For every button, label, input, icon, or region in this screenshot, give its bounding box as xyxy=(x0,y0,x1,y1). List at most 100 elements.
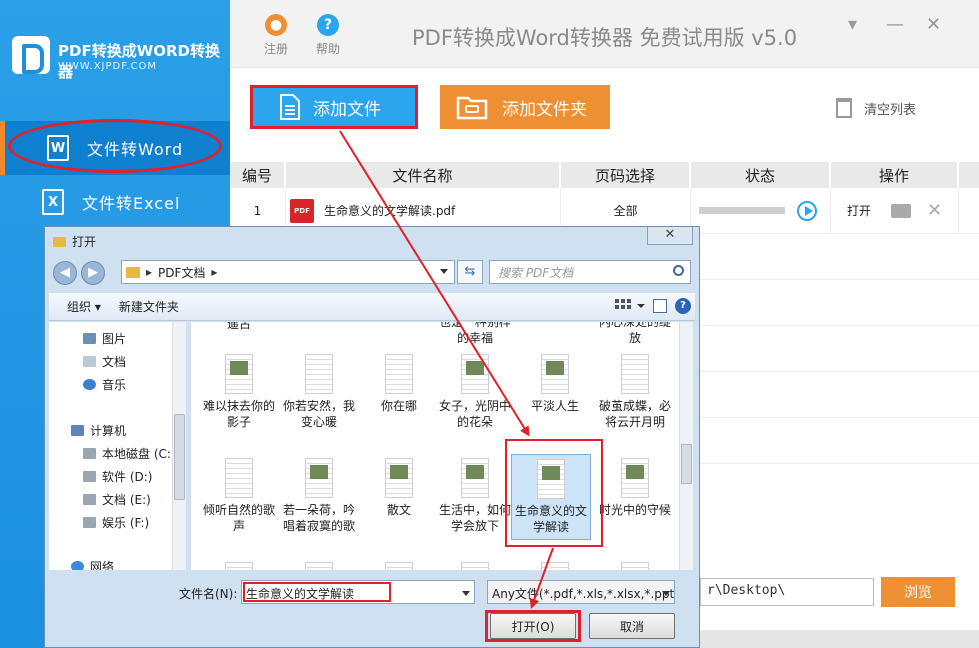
new-folder-button[interactable]: 新建文件夹 xyxy=(119,298,179,315)
nav-item-to-excel[interactable]: X 文件转Excel xyxy=(0,175,230,229)
delete-icon[interactable]: ✕ xyxy=(927,200,942,221)
dialog-toolbar: 组织 ▾ 新建文件夹 ? xyxy=(49,293,695,321)
list-item[interactable]: 破茧成蝶，必将云开月明 xyxy=(595,354,675,430)
user-icon: ● xyxy=(265,14,287,36)
help-icon[interactable]: ? xyxy=(675,298,691,314)
col-header-action: 操作 xyxy=(831,162,959,188)
help-label: 帮助 xyxy=(315,42,340,56)
list-item[interactable]: 遥古 xyxy=(199,322,279,332)
chevron-down-icon[interactable] xyxy=(440,269,448,274)
cancel-button[interactable]: 取消 xyxy=(589,613,675,639)
document-thumbnail-icon xyxy=(225,354,253,394)
chevron-right-icon: ▸ xyxy=(146,265,153,279)
list-item[interactable]: 你若安然，我变心暖 xyxy=(279,354,359,430)
minimize-icon[interactable]: — xyxy=(886,14,904,35)
tree-item-documents[interactable]: 文档 xyxy=(83,353,126,370)
list-item[interactable]: 若一朵荷，吟唱着寂寞的歌 xyxy=(279,458,359,534)
trash-icon xyxy=(836,98,852,118)
list-item[interactable]: 也是一种别样的幸福 xyxy=(435,322,515,346)
refresh-icon[interactable]: ⇆ xyxy=(457,260,483,284)
navigation-tree: 图片 文档 音乐 计算机 本地磁盘 (C: 软件 (D:) 文档 (E:) 娱乐… xyxy=(49,322,186,570)
search-placeholder: 搜索 PDF文档 xyxy=(498,266,574,280)
list-item[interactable]: 时光中的守候 xyxy=(595,458,675,518)
output-path-input[interactable]: r\Desktop\ xyxy=(700,578,874,606)
list-item[interactable]: 女子，光阴中的花朵 xyxy=(435,354,515,430)
cell-status xyxy=(691,188,831,233)
list-item[interactable]: 倾听自然的歌声 xyxy=(199,458,279,534)
organize-button[interactable]: 组织 ▾ xyxy=(67,298,101,315)
tree-item-drive-d[interactable]: 软件 (D:) xyxy=(83,468,152,485)
close-window-icon[interactable]: ✕ xyxy=(926,14,941,35)
list-item-selected[interactable]: 生命意义的文学解读 xyxy=(511,454,591,540)
cell-actions: 打开 ✕ xyxy=(831,188,959,233)
search-input[interactable]: 搜索 PDF文档 xyxy=(489,260,691,284)
document-icon xyxy=(280,94,300,120)
forward-icon[interactable]: ▶ xyxy=(81,261,105,285)
add-file-button[interactable]: 添加文件 xyxy=(250,85,418,129)
clear-list-button[interactable]: 清空列表 xyxy=(836,98,916,118)
list-item[interactable]: 平淡人生 xyxy=(515,354,595,414)
help-button[interactable]: ? 帮助 xyxy=(308,14,348,57)
drive-icon xyxy=(83,494,96,505)
tree-item-drive-c[interactable]: 本地磁盘 (C: xyxy=(83,445,171,462)
col-header-filename: 文件名称 xyxy=(286,162,561,188)
browse-button[interactable]: 浏览 xyxy=(881,577,955,607)
tree-item-pictures[interactable]: 图片 xyxy=(83,330,126,347)
document-thumbnail-icon xyxy=(305,458,333,498)
document-thumbnail-icon xyxy=(225,458,253,498)
col-header-status: 状态 xyxy=(691,162,831,188)
dialog-title: 打开 xyxy=(53,233,96,250)
file-type-select[interactable]: Any文件(*.pdf,*.xls,*.xlsx,*.ppt xyxy=(487,580,675,604)
back-icon[interactable]: ◀ xyxy=(53,261,77,285)
chevron-down-icon[interactable] xyxy=(462,591,470,596)
tree-item-computer[interactable]: 计算机 xyxy=(71,422,126,439)
search-icon[interactable] xyxy=(673,265,684,276)
tree-item-drive-e[interactable]: 文档 (E:) xyxy=(83,491,151,508)
add-folder-button[interactable]: 添加文件夹 xyxy=(440,85,610,129)
help-icon: ? xyxy=(317,14,339,36)
document-thumbnail-icon xyxy=(461,458,489,498)
document-thumbnail-icon xyxy=(621,458,649,498)
list-item[interactable]: 内心深处的绽放 xyxy=(595,322,675,346)
highlight-box xyxy=(485,610,581,642)
drive-icon xyxy=(83,517,96,528)
tree-item-drive-f[interactable]: 娱乐 (F:) xyxy=(83,514,149,531)
add-folder-label: 添加文件夹 xyxy=(502,99,587,120)
tree-scrollbar[interactable] xyxy=(172,322,186,570)
tree-item-music[interactable]: 音乐 xyxy=(83,376,126,393)
register-button[interactable]: ● 注册 xyxy=(256,14,296,57)
dropdown-menu-icon[interactable]: ▾ xyxy=(848,14,857,35)
table-header: 编号 文件名称 页码选择 状态 操作 xyxy=(230,162,979,188)
view-options-icon[interactable] xyxy=(615,299,645,313)
dialog-close-button[interactable]: ✕ xyxy=(647,227,693,245)
pictures-icon xyxy=(83,333,96,344)
folder-icon xyxy=(456,96,488,120)
file-list-scrollbar[interactable] xyxy=(679,322,693,570)
list-item[interactable]: 生活中，如何学会放下 xyxy=(435,458,515,534)
highlight-ellipse xyxy=(8,119,222,173)
highlight-box xyxy=(243,582,391,602)
col-header-number: 编号 xyxy=(230,162,286,188)
preview-pane-icon[interactable] xyxy=(653,299,667,313)
title-bar: ● 注册 ? 帮助 PDF转换成Word转换器 免费试用版 v5.0 ▾ — ✕ xyxy=(230,0,979,68)
file-list: 遥古 也是一种别样的幸福 内心深处的绽放 难以抹去你的影子 你若安然，我变心暖 … xyxy=(191,322,679,570)
scroll-thumb[interactable] xyxy=(174,414,185,500)
network-icon xyxy=(71,561,84,570)
list-item[interactable]: 散文 xyxy=(359,458,439,518)
scroll-thumb[interactable] xyxy=(681,444,692,484)
music-icon xyxy=(83,379,96,390)
folder-icon xyxy=(53,236,66,247)
open-action-link[interactable]: 打开 xyxy=(847,202,871,219)
pdf-file-icon: PDF xyxy=(290,198,314,223)
folder-icon xyxy=(126,266,140,278)
address-bar[interactable]: ▸ PDF文档 ▸ xyxy=(121,260,455,284)
open-folder-icon[interactable] xyxy=(891,203,912,218)
computer-icon xyxy=(71,425,84,436)
chevron-down-icon[interactable] xyxy=(662,591,670,596)
nav-label: 文件转Excel xyxy=(82,194,181,213)
tree-item-network[interactable]: 网络 xyxy=(71,558,114,570)
list-item[interactable]: 你在哪 xyxy=(359,354,439,414)
document-thumbnail-icon xyxy=(305,354,333,394)
list-item[interactable]: 难以抹去你的影子 xyxy=(199,354,279,430)
play-icon[interactable] xyxy=(797,200,817,221)
